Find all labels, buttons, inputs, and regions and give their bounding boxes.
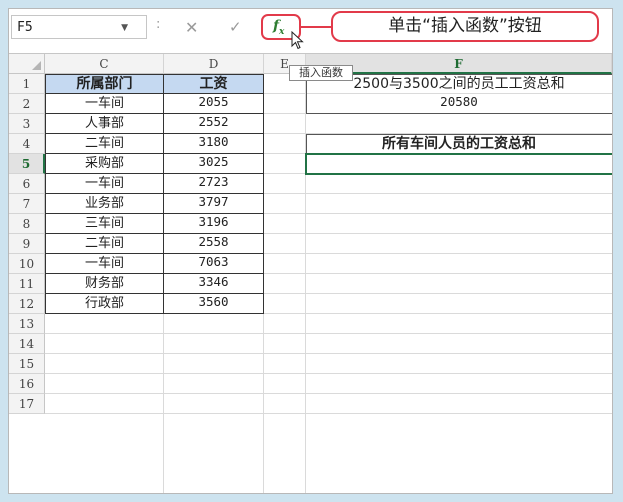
mouse-pointer-icon [291,31,304,50]
header-cell-department[interactable]: 所属部门 [46,75,163,94]
cell-department[interactable]: 行政部 [46,294,163,314]
insert-function-tooltip: 插入函数 [289,65,353,81]
cell-f2[interactable]: 20580 [306,94,612,114]
cell-department[interactable]: 一车间 [46,174,163,194]
row-header[interactable]: 17 [9,394,45,414]
cell-f4[interactable]: 所有车间人员的工资总和 [306,134,612,154]
row-header-selected[interactable]: 5 [9,154,45,174]
cell-salary[interactable]: 7063 [164,254,263,274]
name-box-value: F5 [17,20,33,35]
spreadsheet-grid[interactable]: C D E F 1 2 3 4 5 6 7 8 9 10 11 12 13 14… [9,53,612,493]
cell-salary[interactable]: 3196 [164,214,263,234]
select-all-corner[interactable] [9,54,45,74]
fx-icon: fx [273,18,285,37]
active-cell-outline [305,153,612,175]
row-header[interactable]: 9 [9,234,45,254]
cell-department[interactable]: 二车间 [46,234,163,254]
cell-salary[interactable]: 3025 [164,154,263,174]
row-header[interactable]: 6 [9,174,45,194]
formula-bar: F5 ▼ : ✕ ✓ fx 单击“插入函数”按钮 [9,9,612,50]
check-icon[interactable]: ✓ [229,18,242,36]
cell-salary[interactable]: 2552 [164,114,263,134]
row-header[interactable]: 14 [9,334,45,354]
cell-department[interactable]: 一车间 [46,254,163,274]
cell-department[interactable]: 一车间 [46,94,163,114]
close-icon[interactable]: ✕ [185,18,198,37]
cell-department[interactable]: 三车间 [46,214,163,234]
row-header[interactable]: 12 [9,294,45,314]
cell-salary[interactable]: 2558 [164,234,263,254]
name-box[interactable]: F5 ▼ [11,15,147,39]
formula-bar-separator: : [156,17,161,32]
annotation-callout: 单击“插入函数”按钮 [331,11,599,42]
cell-department[interactable]: 财务部 [46,274,163,294]
row-header[interactable]: 4 [9,134,45,154]
row-header[interactable]: 2 [9,94,45,114]
cell-salary[interactable]: 2055 [164,94,263,114]
row-header[interactable]: 15 [9,354,45,374]
header-cell-salary[interactable]: 工资 [164,75,263,94]
row-header[interactable]: 16 [9,374,45,394]
column-header-d[interactable]: D [164,54,264,74]
formula-input[interactable] [305,45,612,47]
row-header[interactable]: 13 [9,314,45,334]
row-header[interactable]: 1 [9,74,45,94]
cell-department[interactable]: 采购部 [46,154,163,174]
row-header[interactable]: 10 [9,254,45,274]
cell-salary[interactable]: 2723 [164,174,263,194]
row-header[interactable]: 11 [9,274,45,294]
cell-department[interactable]: 人事部 [46,114,163,134]
cell-department[interactable]: 二车间 [46,134,163,154]
cell-department[interactable]: 业务部 [46,194,163,214]
cell-salary[interactable]: 3797 [164,194,263,214]
excel-window: F5 ▼ : ✕ ✓ fx 单击“插入函数”按钮 C D E F 1 2 3 4… [8,8,613,494]
cell-salary[interactable]: 3346 [164,274,263,294]
row-header[interactable]: 8 [9,214,45,234]
callout-connector [301,26,331,28]
cell-salary[interactable]: 3560 [164,294,263,314]
column-header-c[interactable]: C [45,54,164,74]
chevron-down-icon[interactable]: ▼ [121,23,128,33]
cell-salary[interactable]: 3180 [164,134,263,154]
row-header[interactable]: 3 [9,114,45,134]
row-header[interactable]: 7 [9,194,45,214]
